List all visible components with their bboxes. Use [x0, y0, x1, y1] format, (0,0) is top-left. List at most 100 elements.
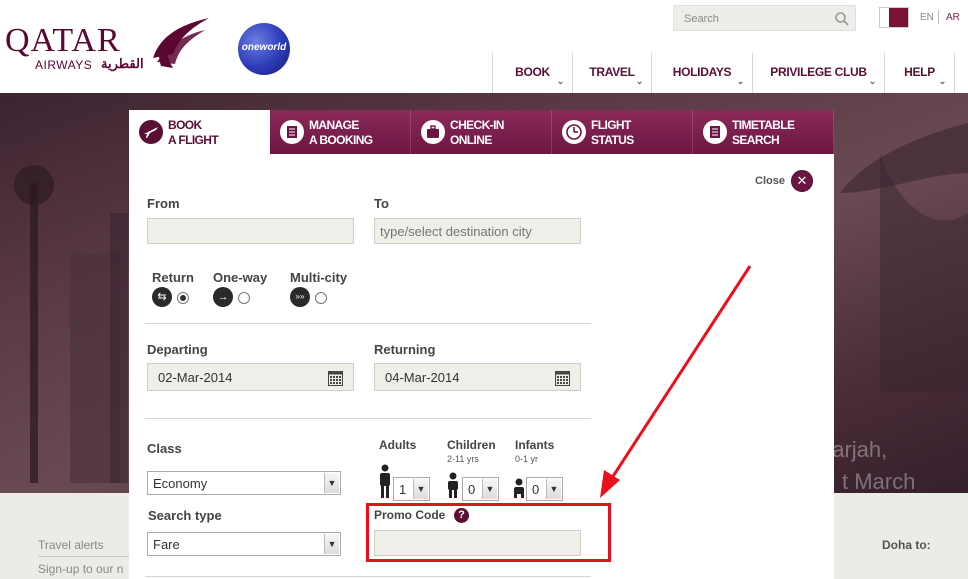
tab-label-line-1: MANAGE — [309, 118, 359, 132]
tab-label: MANAGE A BOOKING — [309, 118, 407, 148]
tab-book-a-flight[interactable]: BOOK A FLIGHT — [129, 110, 270, 154]
close-control[interactable]: Close ✕ — [755, 170, 813, 192]
chevron-down-icon[interactable]: ▼ — [324, 473, 339, 493]
tab-label: TIMETABLE SEARCH — [732, 118, 830, 148]
section-divider — [145, 418, 591, 419]
oneworld-label: oneworld — [241, 42, 287, 53]
chevron-down-icon[interactable]: ▼ — [482, 479, 497, 499]
oneworld-logo[interactable]: oneworld — [238, 23, 290, 75]
trip-type-multi-city-radio[interactable] — [315, 292, 327, 304]
oryx-icon — [153, 18, 209, 68]
search-type-label: Search type — [148, 508, 222, 523]
class-select[interactable]: Economy ▼ — [147, 471, 341, 495]
nav-help[interactable]: HELP ⌄ — [885, 53, 955, 93]
to-label: To — [374, 196, 389, 211]
returning-date-field[interactable] — [374, 363, 581, 391]
children-label: Children — [447, 438, 496, 452]
lang-ar-link[interactable]: AR — [946, 12, 960, 23]
tab-label: CHECK-IN ONLINE — [450, 118, 548, 148]
tab-flight-status[interactable]: FLIGHT STATUS — [552, 110, 693, 154]
section-divider — [145, 576, 591, 577]
chevron-down-icon: ⌄ — [635, 76, 644, 86]
to-input[interactable] — [374, 218, 581, 244]
annotation-arrow — [600, 265, 752, 498]
site-header: QATAR AIRWAYS القطرية oneworld EN AR BOO… — [0, 0, 968, 93]
promo-code-label: Promo Code — [374, 508, 446, 522]
chevron-down-icon: ⌄ — [938, 76, 947, 86]
children-select[interactable]: 0 ▼ — [462, 477, 499, 501]
tab-check-in-online[interactable]: CHECK-IN ONLINE — [411, 110, 552, 154]
search-type-selected-value: Fare — [153, 537, 180, 552]
tab-label-line-1: TIMETABLE — [732, 118, 795, 132]
adults-label: Adults — [379, 438, 417, 452]
departing-date-input[interactable] — [158, 370, 298, 385]
departing-date-field[interactable] — [147, 363, 354, 391]
infants-age-range: 0-1 yr — [515, 454, 539, 464]
infants-select[interactable]: 0 ▼ — [526, 477, 563, 501]
search-icon[interactable] — [834, 11, 850, 27]
nav-label: HOLIDAYS — [672, 65, 732, 79]
child-icon — [448, 472, 458, 498]
from-input[interactable] — [147, 218, 354, 244]
returning-date-input[interactable] — [385, 370, 525, 385]
list-icon — [703, 120, 727, 144]
logo-wordmark: QATAR — [5, 22, 121, 59]
nav-holidays[interactable]: HOLIDAYS ⌄ — [652, 53, 753, 93]
nav-label: PRIVILEGE CLUB — [770, 65, 867, 79]
trip-type-multi-city-label: Multi-city — [290, 270, 348, 285]
search-input[interactable] — [684, 10, 824, 27]
infants-label: Infants — [515, 438, 555, 452]
calendar-icon[interactable] — [555, 370, 570, 386]
infant-icon — [514, 478, 524, 498]
newsletter-signup-link[interactable]: Sign-up to our n — [38, 562, 123, 576]
multi-city-trip-icon: »» — [290, 287, 310, 307]
search-type-select[interactable]: Fare ▼ — [147, 532, 341, 556]
clock-icon — [562, 120, 586, 144]
tab-timetable-search[interactable]: TIMETABLE SEARCH — [693, 110, 834, 154]
departing-label: Departing — [147, 342, 208, 357]
adult-icon — [380, 464, 390, 498]
qatar-airways-logo[interactable]: QATAR AIRWAYS القطرية — [5, 14, 215, 76]
trip-type-return-radio[interactable] — [177, 292, 189, 304]
section-divider — [145, 323, 591, 324]
one-way-trip-icon: → — [213, 287, 233, 307]
nav-book[interactable]: BOOK ⌄ — [493, 53, 573, 93]
close-label: Close — [755, 175, 785, 187]
chevron-down-icon[interactable]: ▼ — [546, 479, 561, 499]
children-age-range: 2-11 yrs — [447, 454, 479, 464]
chevron-down-icon: ⌄ — [868, 76, 877, 86]
nav-privilege-club[interactable]: PRIVILEGE CLUB ⌄ — [753, 53, 885, 93]
tab-label-line-1: BOOK — [168, 118, 202, 132]
lang-en-link[interactable]: EN — [920, 12, 934, 23]
children-value: 0 — [468, 482, 476, 497]
calendar-icon[interactable] — [328, 370, 343, 386]
help-icon[interactable]: ? — [454, 508, 469, 523]
class-label: Class — [147, 441, 182, 456]
nav-label: BOOK — [515, 65, 550, 79]
nav-label: TRAVEL — [589, 65, 635, 79]
section-divider — [38, 556, 130, 557]
promo-code-input[interactable] — [374, 530, 581, 556]
adults-select[interactable]: 1 ▼ — [393, 477, 430, 501]
site-search — [673, 5, 856, 31]
nav-travel[interactable]: TRAVEL ⌄ — [573, 53, 652, 93]
chevron-down-icon[interactable]: ▼ — [413, 479, 428, 499]
infants-value: 0 — [532, 482, 540, 497]
from-label: From — [147, 196, 180, 211]
list-icon — [280, 120, 304, 144]
chevron-down-icon[interactable]: ▼ — [324, 534, 339, 554]
return-trip-icon: ⇆ — [152, 287, 172, 307]
close-icon[interactable]: ✕ — [790, 170, 813, 192]
trip-type-one-way-radio[interactable] — [238, 292, 250, 304]
booking-tabs: BOOK A FLIGHT MANAGE A BOOKING CHECK-IN … — [129, 110, 834, 154]
tab-label-line-1: FLIGHT — [591, 118, 631, 132]
tab-label: BOOK A FLIGHT — [168, 118, 266, 148]
returning-label: Returning — [374, 342, 436, 357]
chevron-down-icon: ⌄ — [556, 76, 565, 86]
chevron-down-icon: ⌄ — [736, 76, 745, 86]
nav-label: HELP — [904, 65, 935, 79]
tab-label-line-2: SEARCH — [732, 133, 780, 147]
tab-label-line-2: STATUS — [591, 133, 634, 147]
tab-manage-a-booking[interactable]: MANAGE A BOOKING — [270, 110, 411, 154]
hero-headline-line-2: t March — [842, 469, 916, 494]
